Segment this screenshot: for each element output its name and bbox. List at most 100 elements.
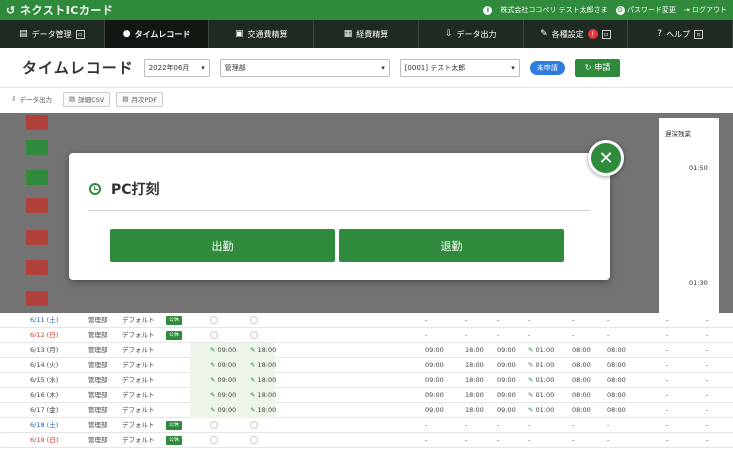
date-cell: 6/14 (火) — [30, 361, 59, 369]
close-icon[interactable]: ✕ — [588, 140, 624, 176]
nav-label: タイムレコード — [134, 29, 191, 39]
clock-out-cell[interactable] — [250, 328, 258, 343]
empty-circle-icon — [210, 436, 218, 444]
value-cell: 09:00 — [425, 361, 444, 369]
department-select[interactable]: 管理部 ▾ — [219, 58, 390, 77]
value-cell: 09:00 — [425, 376, 444, 384]
value-cell: - — [666, 346, 669, 354]
detail-csv-button[interactable]: ▤ 詳細CSV — [62, 91, 111, 107]
table-row[interactable]: 6/14 (火) 管理部 デフォルト ✎ 09:00 ✎ 18:00 09:00 18:00… — [0, 358, 733, 373]
alert-badge: ! — [587, 29, 598, 39]
value-cell: - — [465, 421, 468, 429]
clock-in-cell[interactable]: ✎ 09:00 — [210, 403, 236, 418]
clock-in-cell[interactable]: ✎ 09:00 — [210, 388, 236, 403]
nav-help[interactable]: ? ヘルプ ▫ — [628, 20, 733, 48]
break-value: 01:00 — [535, 376, 555, 384]
brand-logo[interactable]: ↺ ネクストICカード — [6, 2, 113, 18]
value-cell: 09:00 — [425, 406, 444, 414]
train-icon: ▣ — [235, 29, 244, 39]
password-change-link[interactable]: ⚙ パスワード変更 — [615, 5, 676, 15]
row-tab — [26, 140, 48, 155]
wrench-icon: ✎ — [540, 29, 548, 39]
clock-out-cell[interactable]: ✎ 18:00 — [250, 388, 276, 403]
file-icon: ▤ — [122, 95, 129, 103]
value-cell: - — [528, 331, 531, 339]
value-cell: ✎ 01:00 — [528, 403, 554, 418]
value-cell: - — [465, 331, 468, 339]
time-value: 09:00 — [217, 406, 237, 414]
nav-train[interactable]: ▣ 交通費精算 — [209, 20, 315, 48]
pencil-icon: ✎ — [210, 376, 218, 384]
title-bar: タイムレコード 2022年06月 ▾ 管理部 ▾ [0001] テスト太郎 ▾ 未申請… — [0, 48, 733, 88]
clock-out-cell[interactable]: ✎ 18:00 — [250, 343, 276, 358]
logout-label: ログアウト — [692, 6, 727, 14]
nav-download[interactable]: ⇩ データ出力 — [419, 20, 524, 48]
dept-cell: 管理部 — [88, 391, 108, 399]
file-icon: ▤ — [68, 95, 76, 103]
break-value: 01:00 — [535, 406, 555, 414]
nav-data[interactable]: ▤ データ管理 ▫ — [0, 20, 105, 48]
clock-out-cell[interactable] — [250, 418, 258, 433]
clock-in-cell[interactable] — [210, 313, 218, 328]
nav-clock[interactable]: ● タイムレコード — [104, 20, 210, 48]
detail-csv-label: 詳細CSV — [78, 96, 105, 104]
data-export-button[interactable]: ⇩ データ出力 — [6, 92, 57, 107]
time-value: 18:00 — [257, 346, 277, 354]
table-row[interactable]: 6/16 (木) 管理部 デフォルト ✎ 09:00 ✎ 18:00 09:00 18:00… — [0, 388, 733, 403]
clock-in-button[interactable]: 出勤 — [110, 229, 335, 262]
top-bar: ↺ ネクストICカード i 株式会社ココペリ テスト太郎さま ⚙ パスワード変更… — [0, 0, 733, 20]
value-cell: - — [425, 316, 428, 324]
clock-out-cell[interactable] — [250, 433, 258, 448]
date-cell: 6/18 (土) — [30, 421, 59, 429]
clock-in-cell[interactable] — [210, 433, 218, 448]
value-cell: - — [425, 436, 428, 444]
dept-cell: 管理部 — [88, 376, 108, 384]
clock-in-cell[interactable] — [210, 418, 218, 433]
logout-link[interactable]: ⇥ ログアウト — [684, 5, 727, 15]
data-export-label: データ出力 — [19, 96, 52, 104]
receipt-icon: ▦ — [343, 29, 353, 39]
clock-out-cell[interactable]: ✎ 18:00 — [250, 403, 276, 418]
pattern-cell: デフォルト — [122, 361, 155, 369]
empty-circle-icon — [250, 316, 258, 324]
clock-in-cell[interactable]: ✎ 09:00 — [210, 373, 236, 388]
clock-out-button[interactable]: 退勤 — [339, 229, 564, 262]
value-cell: - — [666, 376, 669, 384]
table-row[interactable]: 6/12 (日) 管理部 デフォルト 公休 - - - - - - - - — [0, 328, 733, 343]
top-right-links: i 株式会社ココペリ テスト太郎さま ⚙ パスワード変更 ⇥ ログアウト — [483, 5, 727, 15]
date-cell: 6/17 (金) — [30, 406, 59, 414]
value-cell: 08:00 — [607, 346, 626, 354]
clock-in-cell[interactable] — [210, 328, 218, 343]
value-cell: 18:00 — [465, 376, 484, 384]
info-icon[interactable]: i — [483, 5, 493, 15]
pencil-icon: ✎ — [210, 406, 218, 414]
table-row[interactable]: 6/11 (土) 管理部 デフォルト 公休 - - - - - - - - — [0, 313, 733, 328]
table-row[interactable]: 6/18 (土) 管理部 デフォルト 公休 - - - - - - - - — [0, 418, 733, 433]
value-cell: 09:00 — [497, 376, 516, 384]
table-row[interactable]: 6/19 (日) 管理部 デフォルト 公休 - - - - - - - - — [0, 433, 733, 448]
nav-label: 交通費精算 — [247, 29, 288, 39]
monthly-pdf-label: 月次PDF — [131, 96, 158, 104]
nav-receipt[interactable]: ▦ 経費精算 — [314, 20, 419, 48]
clock-in-cell[interactable]: ✎ 09:00 — [210, 343, 236, 358]
employee-select[interactable]: [0001] テスト太郎 ▾ — [399, 58, 520, 77]
holiday-badge: 公休 — [166, 420, 183, 430]
clock-out-cell[interactable]: ✎ 18:00 — [250, 373, 276, 388]
clock-in-cell[interactable]: ✎ 09:00 — [210, 358, 236, 373]
nav-wrench[interactable]: ✎ 各種設定! ▫ — [524, 20, 629, 48]
apply-button[interactable]: ↻ 申請 — [574, 58, 621, 77]
department-value: 管理部 — [224, 63, 246, 72]
value-cell: 08:00 — [572, 406, 591, 414]
clock-out-cell[interactable] — [250, 313, 258, 328]
row-tab — [26, 170, 48, 185]
month-select[interactable]: 2022年06月 ▾ — [143, 58, 210, 77]
value-cell: - — [497, 421, 500, 429]
monthly-pdf-button[interactable]: ▤ 月次PDF — [116, 91, 164, 107]
table-row[interactable]: 6/13 (月) 管理部 デフォルト ✎ 09:00 ✎ 18:00 09:00 18:00… — [0, 343, 733, 358]
nav-label: 経費精算 — [356, 29, 389, 39]
table-row[interactable]: 6/17 (金) 管理部 デフォルト ✎ 09:00 ✎ 18:00 09:00 18:00… — [0, 403, 733, 418]
clock-out-cell[interactable]: ✎ 18:00 — [250, 358, 276, 373]
table-row[interactable]: 6/15 (水) 管理部 デフォルト ✎ 09:00 ✎ 18:00 09:00 18:00… — [0, 373, 733, 388]
time-value: 18:00 — [257, 361, 277, 369]
value-cell: 08:00 — [572, 361, 591, 369]
